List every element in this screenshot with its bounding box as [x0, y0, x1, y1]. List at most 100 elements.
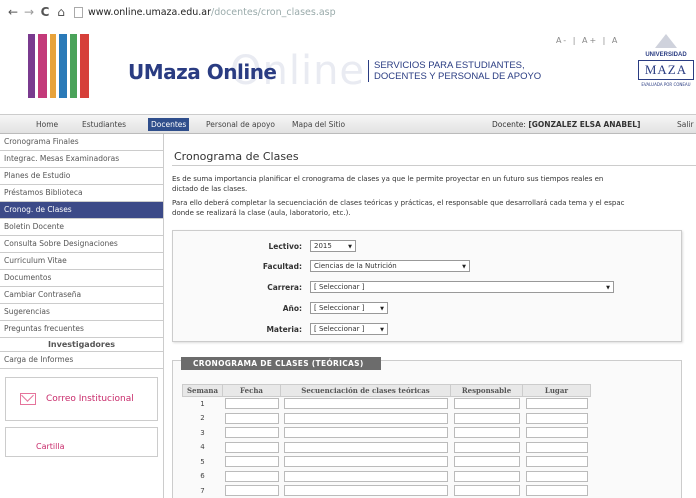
lectivo-row: Lectivo: 2015	[173, 239, 356, 253]
table-cell	[450, 410, 523, 426]
week-number: 6	[182, 468, 223, 484]
materia-select[interactable]: [ Seleccionar ]	[310, 323, 388, 335]
table-cell	[280, 483, 451, 498]
table-cell	[280, 396, 451, 412]
responsable-input[interactable]	[453, 456, 520, 468]
secuenciacion-input[interactable]	[283, 427, 448, 439]
nav-home[interactable]: Home	[36, 120, 58, 129]
col-lugar: Lugar	[522, 384, 591, 397]
lugar-input[interactable]	[525, 412, 588, 424]
forward-arrow-icon[interactable]: →	[22, 5, 36, 19]
secuenciacion-input[interactable]	[283, 441, 448, 453]
anio-select[interactable]: [ Seleccionar ]	[310, 302, 388, 314]
sidebar-item-curriculum-vitae[interactable]: Curriculum Vitae	[0, 253, 163, 270]
services-line-1: SERVICIOS PARA ESTUDIANTES,	[374, 60, 525, 71]
home-icon[interactable]: ⌂	[54, 5, 68, 19]
secuenciacion-input[interactable]	[283, 412, 448, 424]
fecha-input[interactable]	[224, 427, 279, 439]
page-icon	[74, 6, 83, 18]
fecha-input[interactable]	[224, 412, 279, 424]
sidebar-item-boletin-docente[interactable]: Boletin Docente	[0, 219, 163, 236]
fecha-input[interactable]	[224, 485, 279, 497]
nav-mapa-del-sitio[interactable]: Mapa del Sitio	[292, 120, 345, 129]
sidebar-item-preguntas-frecuentes[interactable]: Preguntas frecuentes	[0, 321, 163, 338]
lugar-input[interactable]	[525, 398, 588, 410]
table-cell	[280, 439, 451, 455]
table-cell	[280, 454, 451, 470]
col-fecha: Fecha	[222, 384, 281, 397]
brand-name[interactable]: UMaza Online	[128, 60, 277, 84]
lugar-input[interactable]	[525, 456, 588, 468]
docente-info: Docente: [GONZALEZ ELSA ANABEL]	[492, 120, 640, 129]
nav-docentes[interactable]: Docentes	[148, 118, 190, 131]
col-semana: Semana	[182, 384, 223, 397]
sidebar-item-cronograma-finales[interactable]: Cronograma Finales	[0, 134, 163, 151]
facultad-row: Facultad: Ciencias de la Nutrición	[173, 259, 470, 273]
table-cell	[280, 425, 451, 441]
responsable-input[interactable]	[453, 412, 520, 424]
sidebar-item-planes-de-estudio[interactable]: Planes de Estudio	[0, 168, 163, 185]
table-cell	[222, 468, 281, 484]
browser-toolbar: ← → C ⌂ www.online.umaza.edu.ar/docentes…	[0, 0, 696, 24]
lugar-input[interactable]	[525, 441, 588, 453]
sidebar-item-sugerencias[interactable]: Sugerencias	[0, 304, 163, 321]
address-bar[interactable]: www.online.umaza.edu.ar/docentes/cron_cl…	[74, 6, 336, 18]
table-cell	[522, 483, 591, 498]
intro-paragraph-line-2: dictado de las clases.	[172, 185, 248, 193]
week-number: 1	[182, 396, 223, 412]
filter-form: Lectivo: 2015 Facultad: Ciencias de la N…	[172, 230, 682, 342]
carrera-select[interactable]: [ Seleccionar ]	[310, 281, 614, 293]
responsable-input[interactable]	[453, 427, 520, 439]
secuenciacion-input[interactable]	[283, 470, 448, 482]
secuenciacion-input[interactable]	[283, 398, 448, 410]
correo-label: Correo Institucional	[46, 394, 134, 404]
reload-icon[interactable]: C	[38, 5, 52, 19]
lugar-input[interactable]	[525, 427, 588, 439]
facultad-select[interactable]: Ciencias de la Nutrición	[310, 260, 470, 272]
umaza-logo-icon	[28, 34, 90, 98]
table-row: 5	[182, 454, 591, 470]
sidebar-item-prestamos-biblioteca[interactable]: Préstamos Biblioteca	[0, 185, 163, 202]
sidebar-item-mesas-examinadoras[interactable]: Integrac. Mesas Examinadoras	[0, 151, 163, 168]
table-cell	[522, 468, 591, 484]
fecha-input[interactable]	[224, 398, 279, 410]
sidebar-item-consulta-designaciones[interactable]: Consulta Sobre Designaciones	[0, 236, 163, 253]
sidebar: Cronograma Finales Integrac. Mesas Exami…	[0, 134, 164, 498]
responsable-input[interactable]	[453, 485, 520, 497]
secuenciacion-input[interactable]	[283, 456, 448, 468]
fecha-input[interactable]	[224, 470, 279, 482]
font-size-controls[interactable]: A- | A+ | A	[556, 36, 619, 45]
fecha-input[interactable]	[224, 456, 279, 468]
lectivo-select[interactable]: 2015	[310, 240, 356, 252]
materia-label: Materia:	[266, 324, 302, 334]
university-name: MAZA	[638, 60, 694, 80]
table-row: 2	[182, 410, 591, 426]
cartilla-button[interactable]: Cartilla	[5, 427, 158, 457]
lugar-input[interactable]	[525, 470, 588, 482]
sidebar-item-cambiar-contrasena[interactable]: Cambiar Contraseña	[0, 287, 163, 304]
secuenciacion-input[interactable]	[283, 485, 448, 497]
sidebar-item-carga-de-informes[interactable]: Carga de Informes	[0, 352, 163, 369]
intro-paragraph-line-1: Es de suma importancia planificar el cro…	[172, 175, 604, 183]
table-cell	[280, 410, 451, 426]
nav-personal-de-apoyo[interactable]: Personal de apoyo	[206, 120, 275, 129]
sidebar-item-cronog-de-clases[interactable]: Cronog. de Clases	[0, 202, 163, 219]
table-row: 3	[182, 425, 591, 441]
sidebar-item-documentos[interactable]: Documentos	[0, 270, 163, 287]
url-host: www.online.umaza.edu.ar	[88, 6, 212, 18]
mountain-icon	[655, 34, 677, 48]
responsable-input[interactable]	[453, 398, 520, 410]
instructions-line-2: donde se realizará la clase (aula, labor…	[172, 209, 351, 217]
responsable-input[interactable]	[453, 441, 520, 453]
correo-institucional-button[interactable]: Correo Institucional	[5, 377, 158, 421]
back-arrow-icon[interactable]: ←	[6, 5, 20, 19]
table-row: 6	[182, 468, 591, 484]
schedule-tab[interactable]: CRONOGRAMA DE CLASES (TEÓRICAS)	[181, 357, 381, 370]
logout-link[interactable]: Salir	[677, 120, 694, 129]
lugar-input[interactable]	[525, 485, 588, 497]
responsable-input[interactable]	[453, 470, 520, 482]
instructions-line-1: Para ello deberá completar la secuenciac…	[172, 199, 625, 207]
docente-label: Docente:	[492, 120, 526, 129]
nav-estudiantes[interactable]: Estudiantes	[82, 120, 126, 129]
fecha-input[interactable]	[224, 441, 279, 453]
